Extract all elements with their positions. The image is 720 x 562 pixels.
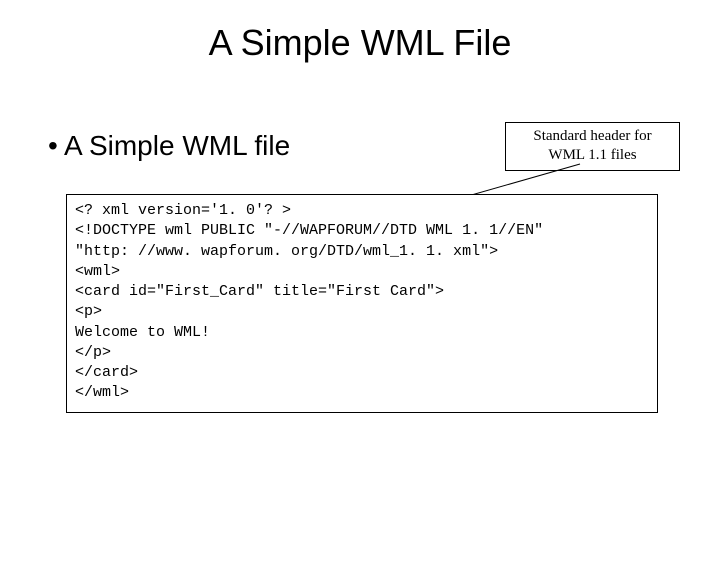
slide-title: A Simple WML File — [0, 22, 720, 64]
callout-line2: WML 1.1 files — [510, 146, 675, 165]
code-box: <? xml version='1. 0'? > <!DOCTYPE wml P… — [66, 194, 658, 413]
bullet-item: • A Simple WML file — [48, 130, 290, 162]
callout-line1: Standard header for — [510, 127, 675, 146]
